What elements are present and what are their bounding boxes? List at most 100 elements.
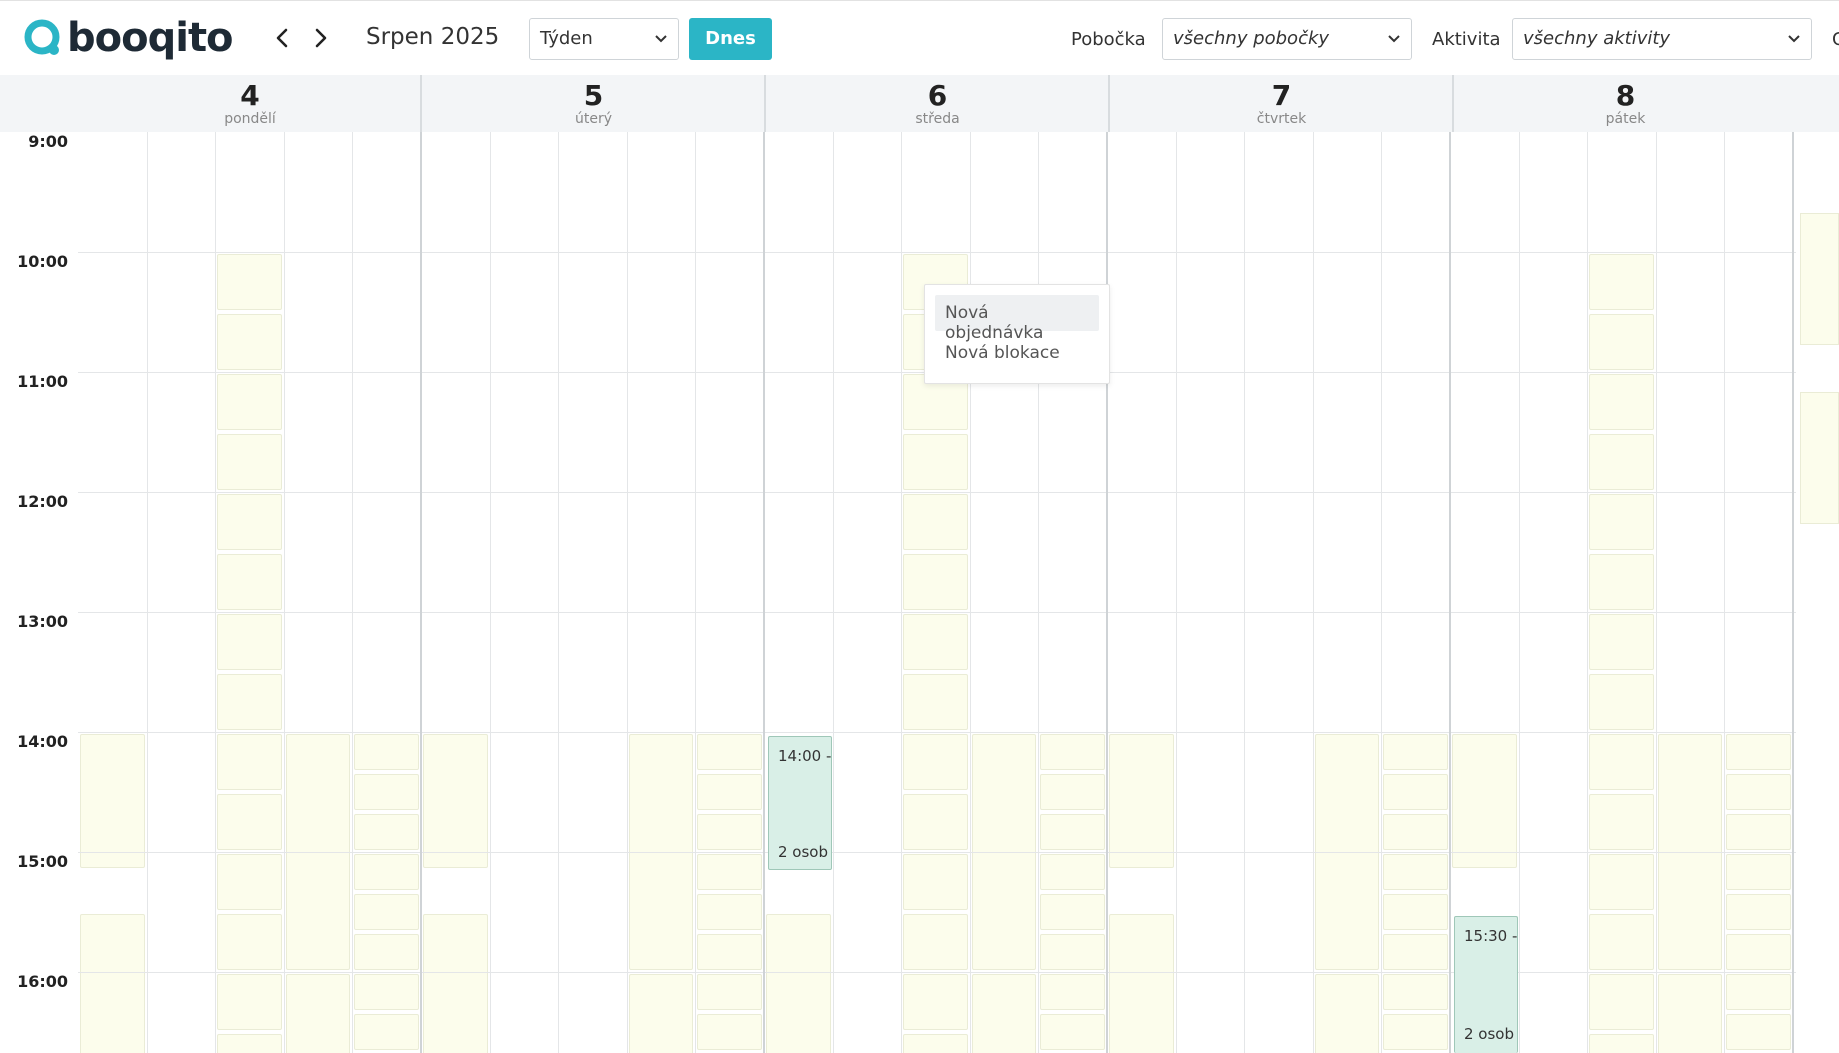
time-slot[interactable] <box>1040 1013 1105 1050</box>
time-slot[interactable] <box>903 914 968 970</box>
time-slot[interactable] <box>1589 974 1654 1030</box>
booking-event[interactable]: 14:00 - 1 2 osob <box>768 736 832 870</box>
time-slot[interactable] <box>1726 734 1791 770</box>
time-slot[interactable] <box>217 914 282 970</box>
time-slot[interactable] <box>697 893 762 930</box>
time-slot[interactable] <box>217 1034 282 1053</box>
time-slot[interactable] <box>1040 773 1105 810</box>
time-slot[interactable] <box>1452 734 1517 868</box>
time-slot[interactable] <box>1589 674 1654 730</box>
time-slot[interactable] <box>697 813 762 850</box>
time-slot[interactable] <box>354 893 419 930</box>
time-slot[interactable] <box>1589 314 1654 370</box>
time-slot[interactable] <box>1726 893 1791 930</box>
time-slot[interactable] <box>903 614 968 670</box>
booqito-logo[interactable]: booqito <box>24 17 234 59</box>
time-slot[interactable] <box>80 734 145 868</box>
time-slot[interactable] <box>1589 434 1654 490</box>
time-slot[interactable] <box>354 933 419 970</box>
previous-week-button[interactable] <box>267 23 297 53</box>
time-slot[interactable] <box>1589 494 1654 550</box>
time-slot[interactable] <box>1383 893 1448 930</box>
time-slot[interactable] <box>1726 1013 1791 1050</box>
time-slot[interactable] <box>217 314 282 370</box>
today-button[interactable]: Dnes <box>689 18 772 60</box>
time-slot[interactable] <box>1040 734 1105 770</box>
time-slot[interactable] <box>1589 374 1654 430</box>
time-slot[interactable] <box>80 914 145 1053</box>
time-slot[interactable] <box>1383 734 1448 770</box>
time-slot[interactable] <box>1800 392 1839 524</box>
view-select[interactable]: Týden <box>529 18 679 60</box>
menu-item-new-order[interactable]: Nová objednávka <box>935 295 1099 343</box>
time-slot[interactable] <box>1383 773 1448 810</box>
time-slot[interactable] <box>903 554 968 610</box>
time-slot[interactable] <box>697 853 762 890</box>
time-slot[interactable] <box>217 614 282 670</box>
time-slot[interactable] <box>1589 614 1654 670</box>
time-slot[interactable] <box>903 734 968 790</box>
time-slot[interactable] <box>766 914 831 1053</box>
time-slot[interactable] <box>354 973 419 1010</box>
time-slot[interactable] <box>217 434 282 490</box>
time-slot[interactable] <box>1109 914 1174 1053</box>
calendar-grid[interactable] <box>78 132 1839 1053</box>
time-slot[interactable] <box>697 734 762 770</box>
day-header-friday[interactable]: 8 pátek <box>1452 75 1797 132</box>
booking-event[interactable]: 15:30 - 1 2 osob <box>1454 916 1518 1053</box>
time-slot[interactable] <box>1040 893 1105 930</box>
time-slot[interactable] <box>1040 973 1105 1010</box>
time-slot[interactable] <box>903 434 968 490</box>
time-slot[interactable] <box>1726 813 1791 850</box>
time-slot[interactable] <box>1040 933 1105 970</box>
time-slot[interactable] <box>1383 853 1448 890</box>
day-header-tuesday[interactable]: 5 úterý <box>420 75 765 132</box>
day-header-wednesday[interactable]: 6 středa <box>764 75 1109 132</box>
branch-select[interactable]: všechny pobočky <box>1162 18 1412 60</box>
time-slot[interactable] <box>1589 554 1654 610</box>
time-slot[interactable] <box>1589 1034 1654 1053</box>
time-slot[interactable] <box>1040 813 1105 850</box>
time-slot[interactable] <box>217 254 282 310</box>
time-slot[interactable] <box>1589 254 1654 310</box>
time-slot[interactable] <box>903 854 968 910</box>
time-slot[interactable] <box>1314 974 1380 1053</box>
time-slot[interactable] <box>903 674 968 730</box>
time-slot[interactable] <box>423 914 488 1053</box>
time-slot[interactable] <box>1800 213 1839 345</box>
time-slot[interactable] <box>1589 914 1654 970</box>
time-slot[interactable] <box>1383 933 1448 970</box>
time-slot[interactable] <box>423 734 488 868</box>
time-slot[interactable] <box>1383 813 1448 850</box>
next-day-column-partial[interactable] <box>1796 75 1839 1053</box>
time-slot[interactable] <box>354 813 419 850</box>
time-slot[interactable] <box>354 853 419 890</box>
next-week-button[interactable] <box>306 23 336 53</box>
day-header-thursday[interactable]: 7 čtvrtek <box>1108 75 1453 132</box>
time-slot[interactable] <box>217 974 282 1030</box>
time-slot[interactable] <box>697 973 762 1010</box>
day-header-monday[interactable]: 4 pondělí <box>78 75 422 132</box>
time-slot[interactable] <box>354 773 419 810</box>
time-slot[interactable] <box>903 974 968 1030</box>
time-slot[interactable] <box>354 734 419 770</box>
time-slot[interactable] <box>1383 1013 1448 1050</box>
time-slot[interactable] <box>1589 734 1654 790</box>
time-slot[interactable] <box>285 974 351 1053</box>
time-slot[interactable] <box>1726 853 1791 890</box>
time-slot[interactable] <box>1589 794 1654 850</box>
time-slot[interactable] <box>217 734 282 790</box>
time-slot[interactable] <box>628 974 694 1053</box>
time-slot[interactable] <box>354 1013 419 1050</box>
time-slot[interactable] <box>697 1013 762 1050</box>
time-slot[interactable] <box>217 494 282 550</box>
time-slot[interactable] <box>217 674 282 730</box>
time-slot[interactable] <box>1040 853 1105 890</box>
time-slot[interactable] <box>697 933 762 970</box>
time-slot[interactable] <box>217 554 282 610</box>
time-slot[interactable] <box>217 854 282 910</box>
time-slot[interactable] <box>903 494 968 550</box>
time-slot[interactable] <box>217 374 282 430</box>
time-slot[interactable] <box>1726 773 1791 810</box>
menu-item-new-block[interactable]: Nová blokace <box>935 335 1099 371</box>
